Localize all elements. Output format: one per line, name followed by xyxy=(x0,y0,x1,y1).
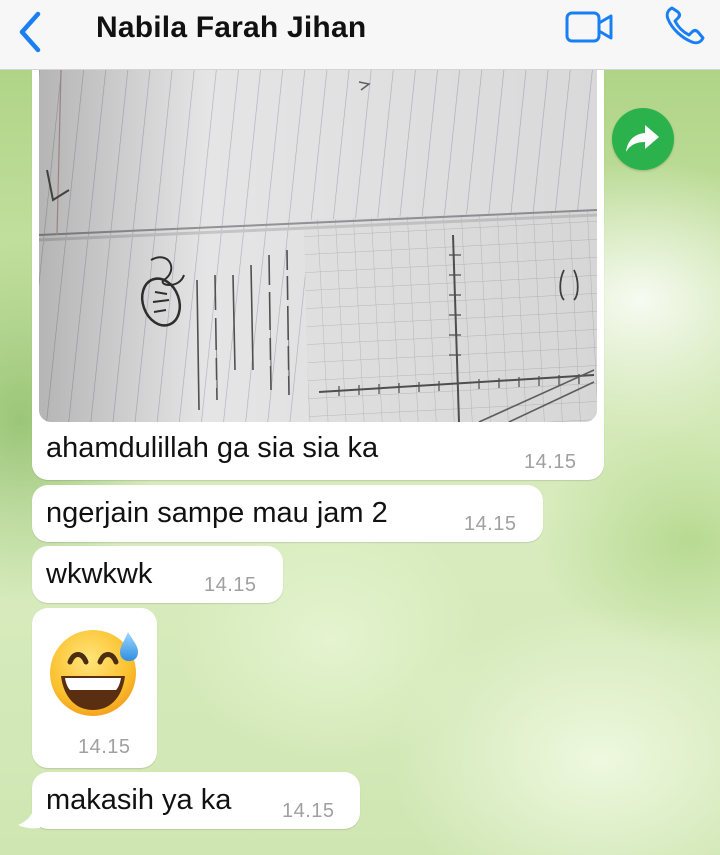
message-text: makasih ya ka xyxy=(46,784,232,816)
message-timestamp: 14.15 xyxy=(78,736,131,758)
message-bubble[interactable]: wkwkwk 14.15 xyxy=(32,546,283,603)
message-text: ngerjain sampe mau jam 2 xyxy=(46,497,388,529)
emoji-message-bubble[interactable]: 14.15 xyxy=(32,608,157,768)
phone-icon[interactable] xyxy=(662,2,710,46)
message-bubble[interactable]: makasih ya ka 14.15 xyxy=(32,772,360,829)
chat-header: Nabila Farah Jihan xyxy=(0,0,720,70)
message-timestamp: 14.15 xyxy=(524,451,577,473)
grinning-face-with-sweat-emoji xyxy=(50,630,138,716)
contact-name[interactable]: Nabila Farah Jihan xyxy=(96,11,366,45)
forward-arrow-icon xyxy=(626,125,659,152)
image-message-bubble[interactable]: ahamdulillah ga sia sia ka 14.15 xyxy=(32,70,604,480)
notebook-photo[interactable] xyxy=(39,70,597,422)
bubble-tail xyxy=(18,808,40,829)
message-timestamp: 14.15 xyxy=(204,574,257,596)
message-text: wkwkwk xyxy=(46,558,153,590)
video-camera-icon[interactable] xyxy=(564,10,618,44)
message-timestamp: 14.15 xyxy=(282,800,335,822)
notebook-photo-image xyxy=(39,70,597,422)
message-text: ahamdulillah ga sia sia ka xyxy=(46,432,379,464)
message-timestamp: 14.15 xyxy=(464,513,517,535)
message-bubble[interactable]: ngerjain sampe mau jam 2 14.15 xyxy=(32,485,543,542)
forward-button[interactable] xyxy=(612,108,674,170)
chevron-left-icon[interactable] xyxy=(14,10,46,54)
